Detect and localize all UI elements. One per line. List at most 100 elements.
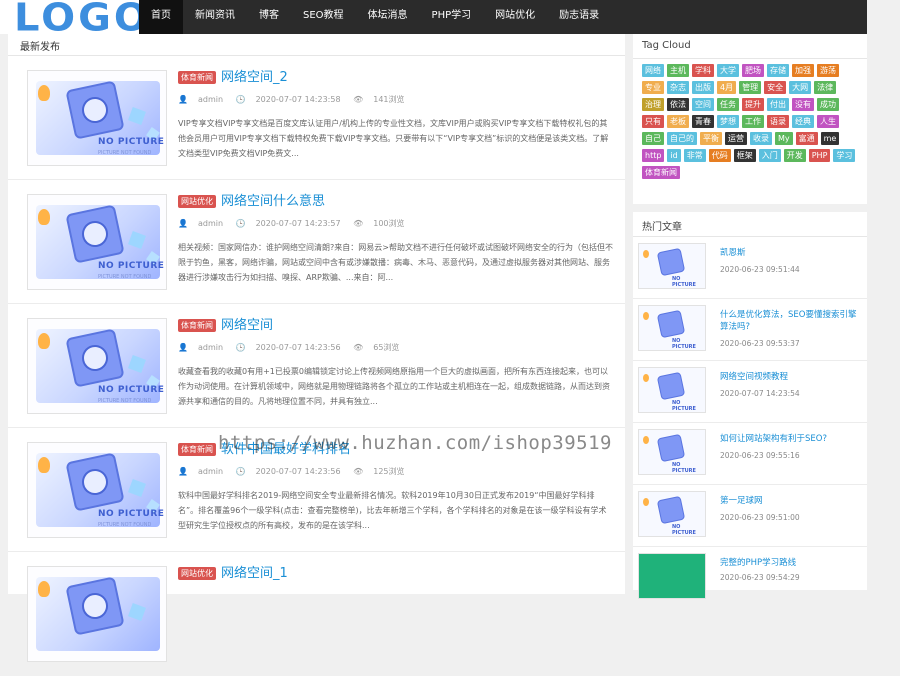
hot-articles-panel: 热门文章 NO PICTURE 凯恩斯 2020-06-23 09:51:44 … [633,212,867,599]
tag-cloud-item[interactable]: 代码 [708,149,731,162]
tag-cloud-item[interactable]: 主机 [667,64,689,77]
nav-item-news[interactable]: 新闻资讯 [183,0,247,34]
tag-cloud-item[interactable]: 管理 [739,81,762,94]
tag-cloud-item[interactable]: 开发 [783,149,806,162]
tag-cloud-item[interactable]: 体育新闻 [642,166,680,179]
clock-icon: 🕒 [235,343,246,352]
tag-cloud-item[interactable]: me [820,132,840,145]
post-thumbnail[interactable]: NO PICTURE PICTURE NOT FOUND [27,318,167,414]
tag-cloud-item[interactable]: 青春 [692,115,714,128]
hot-title[interactable]: 完整的PHP学习路线 [720,557,862,569]
tag-cloud-item[interactable]: 经典 [792,115,814,128]
category-badge[interactable]: 体育新闻 [178,443,216,456]
tag-cloud-item[interactable]: 平衡 [700,132,722,145]
tag-cloud-item[interactable]: 付出 [767,98,789,111]
tag-cloud-item[interactable]: 网络 [642,64,664,77]
post-thumbnail[interactable] [27,566,167,662]
tag-cloud-item[interactable]: 游荡 [817,64,839,77]
hot-article[interactable]: NO PICTURE 网络空间视频教程 2020-07-07 14:23:54 [633,361,867,423]
tag-cloud-item[interactable]: 收录 [750,132,772,145]
nav-item-optimize[interactable]: 网站优化 [483,0,547,34]
hot-title[interactable]: 什么是优化算法，SEO要懂搜索引擎算法吗? [720,309,862,333]
tag-cloud-item[interactable]: 提升 [742,98,764,111]
tag-cloud-item[interactable]: 成功 [817,98,839,111]
hot-title[interactable]: 如何让网站架构有利于SEO? [720,433,862,445]
post-date: 2020-07-07 14:23:56 [255,343,341,352]
post-meta: 👤 admin 🕒 2020-07-07 14:23:57 👁 100浏览 [178,218,415,229]
nav-item-sports[interactable]: 体坛消息 [356,0,420,34]
nav-item-quotes[interactable]: 励志语录 [547,0,611,34]
nav-item-blog[interactable]: 博客 [247,0,291,34]
hot-thumbnail[interactable]: NO PICTURE [638,491,706,537]
hot-date: 2020-06-23 09:51:00 [720,513,800,522]
tag-cloud-item[interactable]: 框架 [733,149,756,162]
author: admin [197,219,224,228]
category-badge[interactable]: 体育新闻 [178,71,216,84]
tag-cloud-item[interactable]: 法律 [814,81,837,94]
tag-cloud-item[interactable]: 依法 [667,98,689,111]
tag-cloud-item[interactable]: 加强 [792,64,814,77]
hot-article[interactable]: 完整的PHP学习路线 2020-06-23 09:54:29 [633,547,867,609]
post-thumbnail[interactable]: NO PICTURE PICTURE NOT FOUND [27,442,167,538]
tag-cloud-item[interactable]: 人生 [817,115,839,128]
hot-title[interactable]: 第一足球网 [720,495,862,507]
nav-item-home[interactable]: 首页 [139,0,183,34]
tag-cloud-item[interactable]: http [642,149,665,162]
category-badge[interactable]: 网站优化 [178,195,216,208]
tag-cloud-item[interactable]: 学科 [692,64,714,77]
hot-article[interactable]: NO PICTURE 凯恩斯 2020-06-23 09:51:44 [633,237,867,299]
tag-cloud-list: 网络 主机 学科 大学 肥场 存储 加强 游荡专业 杂志 出版 4月 管理 安全 大网 法律治理 依法 空间 任务… [642,64,862,183]
hot-title[interactable]: 凯恩斯 [720,247,862,259]
category-badge[interactable]: 体育新闻 [178,319,216,332]
hot-article[interactable]: NO PICTURE 如何让网站架构有利于SEO? 2020-06-23 09:… [633,423,867,485]
tag-cloud-item[interactable]: 空间 [692,98,714,111]
tag-cloud-item[interactable]: 入门 [758,149,781,162]
hot-thumbnail[interactable]: NO PICTURE [638,243,706,289]
post-title[interactable]: 网络空间什么意思 [221,190,325,209]
tag-cloud-item[interactable]: 大网 [789,81,812,94]
tag-cloud-item[interactable]: 安全 [764,81,787,94]
hot-thumbnail[interactable] [638,553,706,599]
tag-cloud-item[interactable]: 没有 [792,98,814,111]
tag-cloud-item[interactable]: 存储 [767,64,789,77]
hot-article[interactable]: NO PICTURE 第一足球网 2020-06-23 09:51:00 [633,485,867,547]
tag-cloud-item[interactable]: id [667,149,681,162]
hot-thumbnail[interactable]: NO PICTURE [638,429,706,475]
tag-cloud-item[interactable]: 自己的 [667,132,697,145]
tag-cloud-item[interactable]: 只有 [642,115,664,128]
post-title[interactable]: 网络空间_1 [221,562,288,581]
tag-cloud-item[interactable]: 自己 [642,132,664,145]
hot-title[interactable]: 网络空间视频教程 [720,371,862,383]
post-title[interactable]: 网络空间 [221,314,273,333]
hot-thumbnail[interactable]: NO PICTURE [638,305,706,351]
tag-cloud-item[interactable]: 学习 [833,149,856,162]
tag-cloud-title: Tag Cloud [642,40,691,51]
tag-cloud-item[interactable]: 专业 [642,81,664,94]
tag-cloud-item[interactable]: 大学 [717,64,739,77]
hot-article[interactable]: NO PICTURE 什么是优化算法，SEO要懂搜索引擎算法吗? 2020-06… [633,299,867,361]
tag-cloud-item[interactable]: 运营 [725,132,747,145]
hot-thumbnail[interactable]: NO PICTURE [638,367,706,413]
tag-cloud-item[interactable]: 肥场 [742,64,764,77]
tag-cloud-item[interactable]: 富通 [795,132,818,145]
tag-cloud-item[interactable]: 出版 [692,81,714,94]
tag-cloud-item[interactable]: My [775,132,793,145]
tag-cloud-item[interactable]: 非常 [683,149,706,162]
nav-item-seo[interactable]: SEO教程 [291,0,356,34]
tag-cloud-item[interactable]: 治理 [642,98,664,111]
tag-cloud-item[interactable]: 4月 [717,81,737,94]
tag-cloud-item[interactable]: 杂志 [667,81,689,94]
post-title[interactable]: 网络空间_2 [221,66,288,85]
tag-cloud-item[interactable]: 任务 [717,98,739,111]
tag-cloud-item[interactable]: PHP [808,149,831,162]
hot-articles-title: 热门文章 [642,222,682,233]
category-badge[interactable]: 网站优化 [178,567,216,580]
tag-cloud-item[interactable]: 梦想 [717,115,739,128]
tag-cloud-item[interactable]: 语录 [767,115,789,128]
view-count: 100浏览 [373,219,405,228]
post-thumbnail[interactable]: NO PICTURE PICTURE NOT FOUND [27,194,167,290]
tag-cloud-item[interactable]: 工作 [742,115,764,128]
nav-item-php[interactable]: PHP学习 [420,0,484,34]
post-thumbnail[interactable]: NO PICTURE PICTURE NOT FOUND [27,70,167,166]
tag-cloud-item[interactable]: 老板 [667,115,689,128]
